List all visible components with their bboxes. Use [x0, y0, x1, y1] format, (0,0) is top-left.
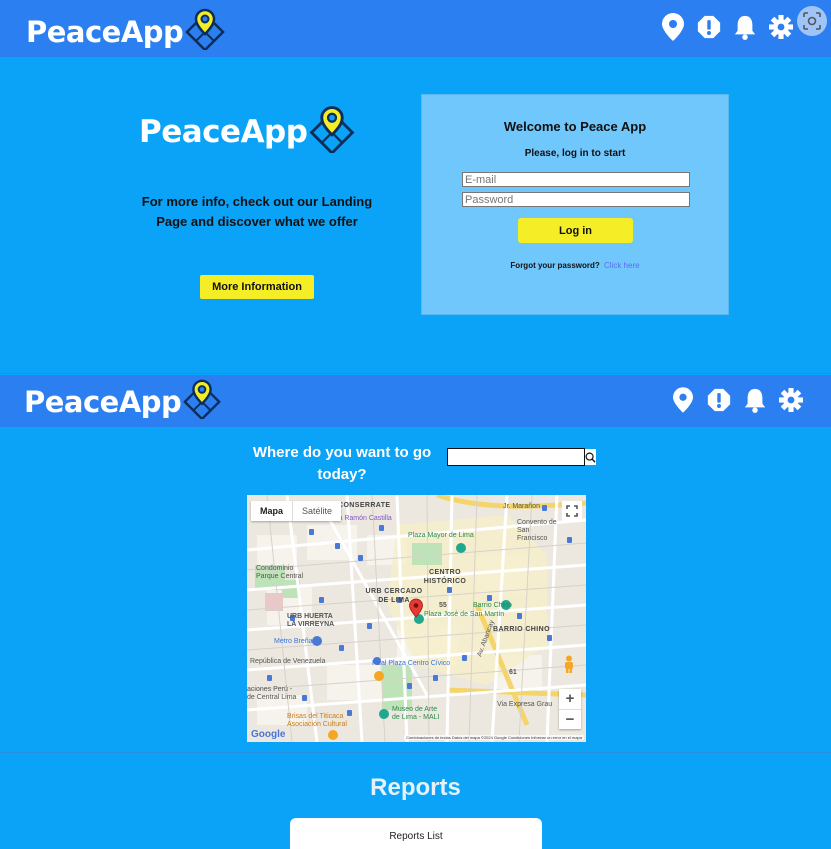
- password-field[interactable]: [462, 192, 690, 207]
- hero-app-name: PeaceApp: [139, 114, 308, 150]
- map-label: za Ramón Castilla: [335, 515, 392, 522]
- map-attribution[interactable]: Combinaciones de teclas Datos del mapa ©…: [404, 735, 584, 740]
- map-pin-logo-icon: [183, 6, 227, 57]
- search-button[interactable]: [585, 449, 596, 465]
- map-label: Barrio Chino: [473, 602, 512, 609]
- zoom-control: + −: [559, 689, 581, 729]
- search-icon: [585, 452, 596, 463]
- map-label: Plaza Mayor de Lima: [408, 532, 474, 539]
- app-name: PeaceApp: [26, 14, 184, 49]
- fullscreen-icon: [566, 505, 578, 517]
- reports-list-label: Reports List: [389, 831, 443, 842]
- login-subtitle: Please, log in to start: [524, 148, 626, 159]
- bell-icon[interactable]: [743, 386, 767, 414]
- navbar-brand-2[interactable]: PeaceApp: [24, 377, 223, 426]
- map-label: Condominio Parque Central: [256, 565, 304, 580]
- destination-search-input[interactable]: [448, 449, 585, 465]
- navbar-brand[interactable]: PeaceApp: [26, 6, 227, 57]
- map-label: Convento de San Francisco: [517, 519, 557, 542]
- login-button[interactable]: Log in: [518, 218, 633, 243]
- map-label: Plaza José de San Martín: [424, 611, 505, 618]
- map-label: 55: [439, 602, 447, 609]
- login-panel: Welcome to Peace App Please, log in to s…: [421, 94, 729, 315]
- location-pin-icon[interactable]: [661, 13, 685, 41]
- bell-icon[interactable]: [733, 13, 757, 41]
- gear-icon[interactable]: [779, 386, 803, 414]
- map-label: CONSERRATE: [338, 502, 391, 509]
- map-label: Real Plaza Centro Cívico: [372, 660, 451, 667]
- map-label: Via Expresa Grau: [497, 701, 553, 708]
- email-field[interactable]: [462, 172, 690, 187]
- forgot-password-text: Forgot your password?: [510, 261, 600, 270]
- login-title: Welcome to Peace App: [503, 119, 647, 134]
- gear-icon[interactable]: [769, 13, 793, 41]
- navbar-icons-2: [671, 386, 803, 414]
- map-label: República de Venezuela: [250, 658, 326, 665]
- map-label: URB CERCADO DE LIMA: [365, 588, 423, 604]
- screenshot-lens-icon[interactable]: [797, 6, 827, 36]
- map-label: Metro Breña: [274, 638, 313, 645]
- login-section: PeaceApp For more info, check out our La…: [0, 57, 831, 374]
- google-map[interactable]: CONSERRATE za Ramón Castilla Jr. Marañon…: [247, 495, 586, 742]
- zoom-out-button[interactable]: −: [559, 709, 581, 729]
- map-label: CENTRO HISTÓRICO: [423, 569, 467, 585]
- more-information-button[interactable]: More Information: [200, 275, 314, 299]
- forgot-password-link[interactable]: Click here: [604, 261, 640, 270]
- map-label: Brisas del Titicaca Asociación Cultural: [287, 713, 347, 728]
- reports-list-card[interactable]: Reports List: [290, 818, 542, 849]
- map-label: Museo de Arte de Lima - MALI: [392, 706, 440, 721]
- forgot-password-row: Forgot your password? Click here: [422, 261, 728, 270]
- map-label: Jr. Marañon: [503, 503, 540, 510]
- second-navbar: PeaceApp: [0, 375, 831, 427]
- zoom-in-button[interactable]: +: [559, 689, 581, 709]
- reports-section: Reports Reports List: [0, 752, 831, 849]
- map-label: BARRIO CHINO: [493, 626, 550, 633]
- fullscreen-button[interactable]: [562, 501, 582, 521]
- reports-title: Reports: [370, 774, 461, 801]
- map-type-control: Mapa Satélite: [251, 501, 342, 521]
- map-pin-logo-icon: [307, 103, 357, 161]
- location-pin-icon[interactable]: [671, 386, 695, 414]
- app-name-2: PeaceApp: [24, 384, 182, 419]
- alert-icon[interactable]: [707, 386, 731, 414]
- street-view-pegman-icon[interactable]: [563, 655, 575, 673]
- map-type-map-button[interactable]: Mapa: [251, 501, 292, 521]
- map-label: aciones Perú - de Central Lima: [247, 686, 297, 701]
- map-pin-logo-icon: [181, 377, 223, 426]
- where-to-go-prompt: Where do you want to go today?: [252, 444, 432, 483]
- map-label: 61: [509, 669, 517, 676]
- map-type-satellite-button[interactable]: Satélite: [292, 501, 341, 521]
- alert-icon[interactable]: [697, 13, 721, 41]
- top-navbar: PeaceApp: [0, 0, 831, 57]
- landing-info-text: For more info, check out our Landing Pag…: [141, 194, 373, 229]
- destination-search: [447, 448, 596, 466]
- google-logo: Google: [251, 729, 286, 740]
- hero-brand: PeaceApp: [139, 103, 357, 161]
- navbar-icons: [661, 13, 793, 41]
- map-label: URB HUERTA LA VIRREYNA: [287, 613, 335, 628]
